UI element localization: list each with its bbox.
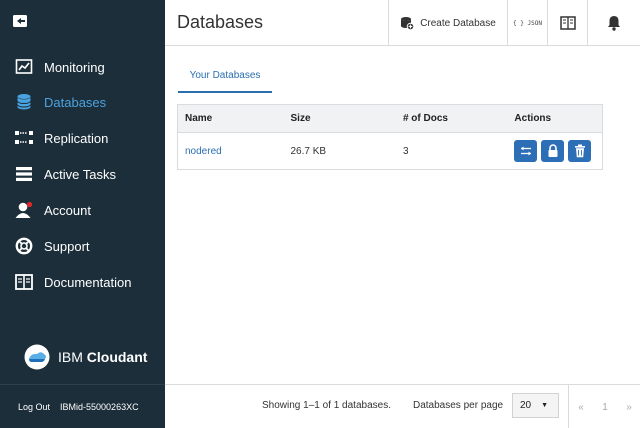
column-header-actions: Actions (514, 113, 552, 124)
sidebar: Monitoring Databases Replication Active … (0, 0, 165, 428)
book-icon (559, 16, 576, 30)
create-database-button[interactable]: Create Database (388, 0, 507, 46)
trash-icon (574, 144, 586, 158)
json-button[interactable]: { } JSON (507, 0, 547, 46)
sidebar-item-support[interactable]: Support (0, 228, 165, 264)
documentation-icon (14, 272, 34, 292)
lock-icon (547, 144, 559, 158)
page-next[interactable]: » (617, 402, 640, 413)
support-icon (14, 236, 34, 256)
monitoring-icon (14, 57, 34, 77)
logout-link[interactable]: Log Out (18, 402, 50, 412)
sidebar-footer: Log Out IBMid-55000263XC (0, 384, 165, 428)
add-database-icon (400, 16, 415, 30)
brand-name: IBM Cloudant (58, 349, 148, 365)
sidebar-item-documentation[interactable]: Documentation (0, 264, 165, 300)
database-name-link[interactable]: nodered (185, 146, 222, 157)
column-header-docs[interactable]: # of Docs (403, 113, 514, 124)
sidebar-item-label: Monitoring (44, 59, 105, 75)
notifications-button[interactable] (587, 0, 640, 46)
brand-logo: IBM Cloudant (24, 344, 147, 370)
sidebar-item-label: Databases (44, 94, 107, 110)
sidebar-top (0, 0, 165, 42)
table-header: Name Size # of Docs Actions (178, 105, 602, 133)
pagination: « 1 » (568, 385, 640, 428)
sidebar-item-databases[interactable]: Databases (0, 84, 165, 120)
cloudant-logo-icon (24, 344, 50, 370)
databases-table: Name Size # of Docs Actions nodered 26.7… (177, 104, 603, 170)
bell-icon (607, 15, 621, 31)
column-header-size[interactable]: Size (291, 113, 403, 124)
sidebar-item-label: Active Tasks (44, 166, 117, 182)
page-title: Databases (177, 12, 264, 32)
row-actions (514, 140, 602, 162)
replication-icon (14, 128, 34, 148)
database-icon (14, 92, 34, 112)
per-page-value: 20 (520, 400, 532, 411)
permissions-button[interactable] (541, 140, 565, 162)
column-header-name[interactable]: Name (178, 113, 291, 124)
replicate-icon (519, 145, 533, 157)
table-row: nodered 26.7 KB 3 (178, 133, 602, 169)
user-id: IBMid-55000263XC (60, 401, 139, 412)
database-doc-count: 3 (402, 145, 409, 157)
active-tasks-icon (14, 164, 34, 184)
per-page-select[interactable]: 20 ▼ (512, 393, 559, 418)
header: Databases Create Database { } JSON (165, 0, 640, 46)
page-current[interactable]: 1 (593, 402, 617, 413)
create-database-label: Create Database (420, 17, 496, 29)
docs-button[interactable] (547, 0, 587, 46)
replicate-button[interactable] (514, 140, 538, 162)
page-prev[interactable]: « (569, 402, 593, 413)
sidebar-item-account[interactable]: Account (0, 192, 165, 228)
account-icon (14, 200, 34, 220)
delete-button[interactable] (568, 140, 592, 162)
table-footer: Showing 1–1 of 1 databases. Databases pe… (165, 384, 640, 428)
database-size: 26.7 KB (290, 145, 327, 157)
collapse-sidebar-icon[interactable] (12, 13, 28, 29)
sidebar-item-label: Replication (44, 130, 109, 146)
showing-count: Showing 1–1 of 1 databases. (262, 400, 391, 411)
caret-down-icon: ▼ (541, 402, 549, 409)
sidebar-item-replication[interactable]: Replication (0, 120, 165, 156)
sidebar-item-label: Support (44, 238, 90, 254)
sidebar-item-monitoring[interactable]: Monitoring (0, 49, 165, 85)
sidebar-item-active-tasks[interactable]: Active Tasks (0, 156, 165, 192)
per-page-label: Databases per page (413, 400, 504, 411)
sidebar-item-label: Account (44, 202, 91, 218)
sidebar-item-label: Documentation (44, 274, 132, 290)
tab-your-databases[interactable]: Your Databases (178, 59, 272, 93)
